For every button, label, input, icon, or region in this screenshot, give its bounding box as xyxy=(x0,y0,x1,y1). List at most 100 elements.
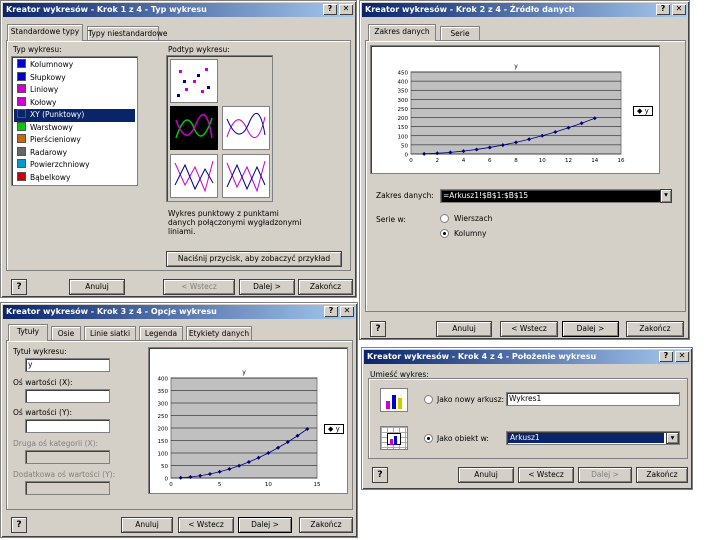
x-axis-title-label: Oś wartości (X): xyxy=(13,378,73,387)
series-rows-radio[interactable] xyxy=(440,214,449,223)
chart-type-item[interactable]: Powierzchniowy xyxy=(14,159,135,172)
chart-wizard-step3-window: Kreator wykresów - Krok 3 z 4 - Opcje wy… xyxy=(0,302,358,538)
step1-title-bar[interactable]: Kreator wykresów - Krok 1 z 4 - Typ wykr… xyxy=(3,3,354,17)
step4-title-bar[interactable]: Kreator wykresów - Krok 4 z 4 - Położeni… xyxy=(364,350,690,364)
help-title-button[interactable]: ? xyxy=(659,351,673,362)
help-title-button[interactable]: ? xyxy=(656,4,670,15)
chart-title-input[interactable]: y xyxy=(25,358,110,372)
subtype-lines-markers[interactable] xyxy=(170,154,218,198)
help-button[interactable]: ? xyxy=(370,321,386,337)
chart-legend: ◆ y xyxy=(633,106,653,116)
help-button[interactable]: ? xyxy=(372,467,388,483)
close-title-button[interactable]: ✕ xyxy=(672,4,686,15)
tab-data-range[interactable]: Zakres danych xyxy=(368,24,436,41)
chart-type-item[interactable]: Pierścieniowy xyxy=(14,134,135,147)
close-title-button[interactable]: ✕ xyxy=(675,351,689,362)
y-tick-label: 200 xyxy=(158,427,169,433)
chart-type-item[interactable]: Słupkowy xyxy=(14,71,135,85)
tab-legend[interactable]: Legenda xyxy=(139,326,183,341)
chart-type-list[interactable]: Kolumnowy Słupkowy Liniowy Kołowy XY (Punkto… xyxy=(11,56,138,186)
y-tick-label: 450 xyxy=(398,71,409,77)
help-title-button[interactable]: ? xyxy=(324,306,338,317)
back-button[interactable]: < Wstecz xyxy=(518,467,574,483)
cancel-button[interactable]: Anuluj xyxy=(69,279,125,295)
as-new-sheet-radio[interactable] xyxy=(424,395,433,404)
x-tick-label: 10 xyxy=(539,158,546,164)
chart-type-label: Radarowy xyxy=(30,147,68,157)
x-tick-label: 0 xyxy=(409,158,413,164)
finish-button[interactable]: Zakończ xyxy=(299,517,353,533)
next-button[interactable]: Dalej > xyxy=(238,517,292,533)
chart-type-label: Pierścieniowy xyxy=(30,135,81,144)
finish-button[interactable]: Zakończ xyxy=(298,279,353,295)
chart-type-label: Kolumnowy xyxy=(30,60,74,69)
chart-type-item[interactable]: Radarowy xyxy=(14,146,135,160)
chart-type-icon xyxy=(17,121,26,131)
secondary-x-axis-input[interactable] xyxy=(25,450,110,464)
tab-custom-types[interactable]: Typy niestandardowe xyxy=(87,26,168,41)
chart-type-item[interactable]: Liniowy xyxy=(14,84,135,97)
series-columns-radio[interactable] xyxy=(440,229,449,238)
finish-button[interactable]: Zakończ xyxy=(636,467,688,483)
y-tick-label: 50 xyxy=(401,143,408,149)
cancel-button[interactable]: Anuluj xyxy=(436,321,492,337)
tab-titles[interactable]: Tytuły xyxy=(8,324,48,341)
chevron-down-icon[interactable]: ▾ xyxy=(666,432,679,444)
object-sheet-select[interactable]: Arkusz1 ▾ xyxy=(506,431,680,445)
chart-type-item[interactable]: Warstwowy xyxy=(14,121,135,135)
chart-type-item[interactable]: Kołowy xyxy=(14,96,135,110)
press-and-hold-preview-button[interactable]: Naciśnij przycisk, aby zobaczyć przykład xyxy=(166,251,342,267)
step3-title: Kreator wykresów - Krok 3 z 4 - Opcje wy… xyxy=(6,307,217,316)
tab-standard-types[interactable]: Standardowe typy xyxy=(7,24,83,41)
help-title-button[interactable]: ? xyxy=(323,4,337,15)
x-axis-title-input[interactable] xyxy=(25,389,110,403)
next-button[interactable]: Dalej > xyxy=(239,279,295,295)
next-button[interactable]: Dalej > xyxy=(562,321,619,337)
chart-type-icon xyxy=(17,134,26,143)
collapse-dialog-button[interactable]: ▾ xyxy=(660,189,672,203)
y-tick-label: 200 xyxy=(398,116,409,122)
x-tick-label: 2 xyxy=(436,158,440,164)
chart-type-item[interactable]: Bąbelkowy xyxy=(14,171,135,185)
finish-button[interactable]: Zakończ xyxy=(626,321,684,337)
help-button[interactable]: ? xyxy=(11,279,27,295)
y-axis-title-input[interactable] xyxy=(25,419,110,433)
subtype-smooth-lines-markers[interactable] xyxy=(170,106,218,150)
back-button[interactable]: < Wstecz xyxy=(163,279,235,295)
chart-wizard-step1-window: Kreator wykresów - Krok 1 z 4 - Typ wykr… xyxy=(0,0,357,298)
tab-series[interactable]: Serie xyxy=(440,26,480,41)
y-tick-label: 50 xyxy=(161,464,168,470)
close-title-button[interactable]: ✕ xyxy=(340,306,354,317)
data-range-input[interactable]: =Arkusz1!$B$1:$B$15 xyxy=(440,189,668,203)
step2-title-bar[interactable]: Kreator wykresów - Krok 2 z 4 - Źródło d… xyxy=(362,3,687,17)
next-button[interactable]: Dalej > xyxy=(578,467,632,483)
as-object-in-radio[interactable] xyxy=(424,434,433,443)
chart-type-icon xyxy=(17,109,26,118)
back-button[interactable]: < Wstecz xyxy=(178,517,234,533)
cancel-button[interactable]: Anuluj xyxy=(458,467,514,483)
close-title-button[interactable]: ✕ xyxy=(339,4,353,15)
new-sheet-name-input[interactable]: Wykres1 xyxy=(506,392,680,406)
back-button[interactable]: < Wstecz xyxy=(500,321,558,337)
secondary-y-axis-input[interactable] xyxy=(25,481,110,495)
chart-type-icon xyxy=(17,171,26,181)
chart-type-item[interactable]: XY (Punktowy) xyxy=(14,109,135,122)
tab-axes[interactable]: Osie xyxy=(51,326,81,341)
tab-gridlines[interactable]: Linie siatki xyxy=(84,326,136,341)
x-tick-label: 15 xyxy=(314,482,321,488)
y-tick-label: 300 xyxy=(158,402,169,408)
subtype-lines[interactable] xyxy=(222,154,270,198)
subtype-smooth-lines[interactable] xyxy=(222,106,270,150)
subtype-scatter-markers[interactable] xyxy=(170,59,218,103)
y-tick-label: 400 xyxy=(398,80,409,86)
help-button[interactable]: ? xyxy=(11,517,27,533)
chart-wizard-step4-window: Kreator wykresów - Krok 4 z 4 - Położeni… xyxy=(361,347,693,490)
chart-legend: ◆ y xyxy=(324,424,344,434)
chart-subtype-grid xyxy=(166,55,273,202)
secondary-x-axis-label: Druga oś kategorii (X): xyxy=(13,439,99,448)
object-in-sheet-icon xyxy=(380,426,408,450)
chart-type-item[interactable]: Kolumnowy xyxy=(14,59,135,72)
step3-title-bar[interactable]: Kreator wykresów - Krok 3 z 4 - Opcje wy… xyxy=(3,305,355,319)
cancel-button[interactable]: Anuluj xyxy=(121,517,173,533)
tab-data-labels[interactable]: Etykiety danych xyxy=(186,326,252,341)
